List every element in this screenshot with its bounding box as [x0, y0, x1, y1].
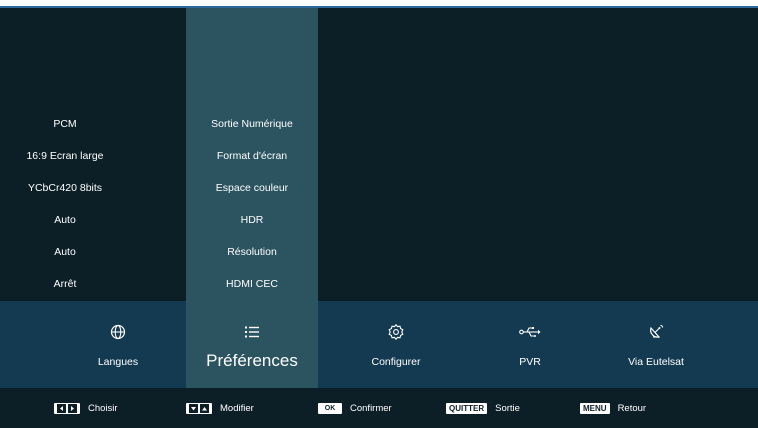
main-menu-bar: Langues Préférences Configurer PVR Via E…: [0, 301, 758, 388]
setting-value[interactable]: Auto: [0, 210, 130, 230]
quit-key-icon: QUITTER: [446, 402, 488, 414]
menu-item-preferences[interactable]: Préférences: [186, 301, 318, 388]
hint-label: Retour: [617, 402, 647, 414]
menu-item-label: Via Eutelsat: [628, 356, 684, 368]
list-icon: [186, 323, 318, 341]
hint-choose: Choisir: [54, 402, 118, 414]
setting-row-hdmi-cec[interactable]: HDMI CEC Arrêt: [54, 274, 486, 294]
hint-label: Confirmer: [350, 402, 392, 414]
setting-label: Sortie Numérique: [211, 118, 293, 130]
settings-list: Sortie Numérique PCM Format d'écran 16:9…: [0, 0, 758, 300]
setting-row-resolution[interactable]: Résolution Auto: [54, 242, 486, 262]
ok-key-label: OK: [324, 402, 336, 414]
globe-icon: [52, 323, 184, 341]
usb-icon: [464, 323, 596, 341]
hint-back: MENU Retour: [580, 402, 646, 414]
setting-value[interactable]: PCM: [0, 114, 130, 134]
menu-item-label: Préférences: [206, 351, 298, 370]
menu-item-label: Langues: [97, 356, 139, 368]
menu-item-pvr[interactable]: PVR: [464, 301, 596, 388]
setting-value[interactable]: Auto: [0, 242, 130, 262]
menu-item-via-eutelsat[interactable]: Via Eutelsat: [590, 301, 722, 388]
up-down-key-icon: [186, 402, 212, 414]
menu-item-label: Configurer: [371, 356, 421, 368]
ok-key-icon: OK: [318, 402, 342, 414]
setting-label: Résolution: [227, 246, 277, 258]
hint-confirm: OK Confirmer: [318, 402, 392, 414]
setting-row-screen-format[interactable]: Format d'écran 16:9 Ecran large: [26, 146, 486, 166]
menu-item-langues[interactable]: Langues: [52, 301, 184, 388]
setting-label: HDMI CEC: [226, 278, 278, 290]
setting-value[interactable]: YCbCr420 8bits: [0, 178, 130, 198]
hint-exit: QUITTER Sortie: [446, 402, 520, 414]
setting-row-color-space[interactable]: Espace couleur YCbCr420 8bits: [28, 178, 486, 198]
setting-label: Format d'écran: [216, 150, 288, 162]
satellite-dish-icon: [590, 323, 722, 341]
gear-icon: [330, 323, 462, 341]
footer-hints: Choisir Modifier OK Confirmer QUITTER So…: [0, 388, 758, 428]
hint-label: Sortie: [495, 402, 520, 414]
setting-row-hdr[interactable]: HDR Auto: [54, 210, 486, 230]
hint-label: Modifier: [220, 402, 254, 414]
setting-value[interactable]: Arrêt: [0, 274, 130, 294]
left-right-key-icon: [54, 402, 80, 414]
hint-label: Choisir: [88, 402, 118, 414]
setting-label: HDR: [240, 214, 264, 226]
hint-modify: Modifier: [186, 402, 254, 414]
setting-row-digital-output[interactable]: Sortie Numérique PCM: [53, 114, 486, 134]
menu-item-configurer[interactable]: Configurer: [330, 301, 462, 388]
setting-value[interactable]: 16:9 Ecran large: [0, 146, 130, 166]
setting-label: Espace couleur: [215, 182, 289, 194]
menu-key-icon: MENU: [580, 402, 610, 414]
menu-item-label: PVR: [519, 356, 541, 368]
